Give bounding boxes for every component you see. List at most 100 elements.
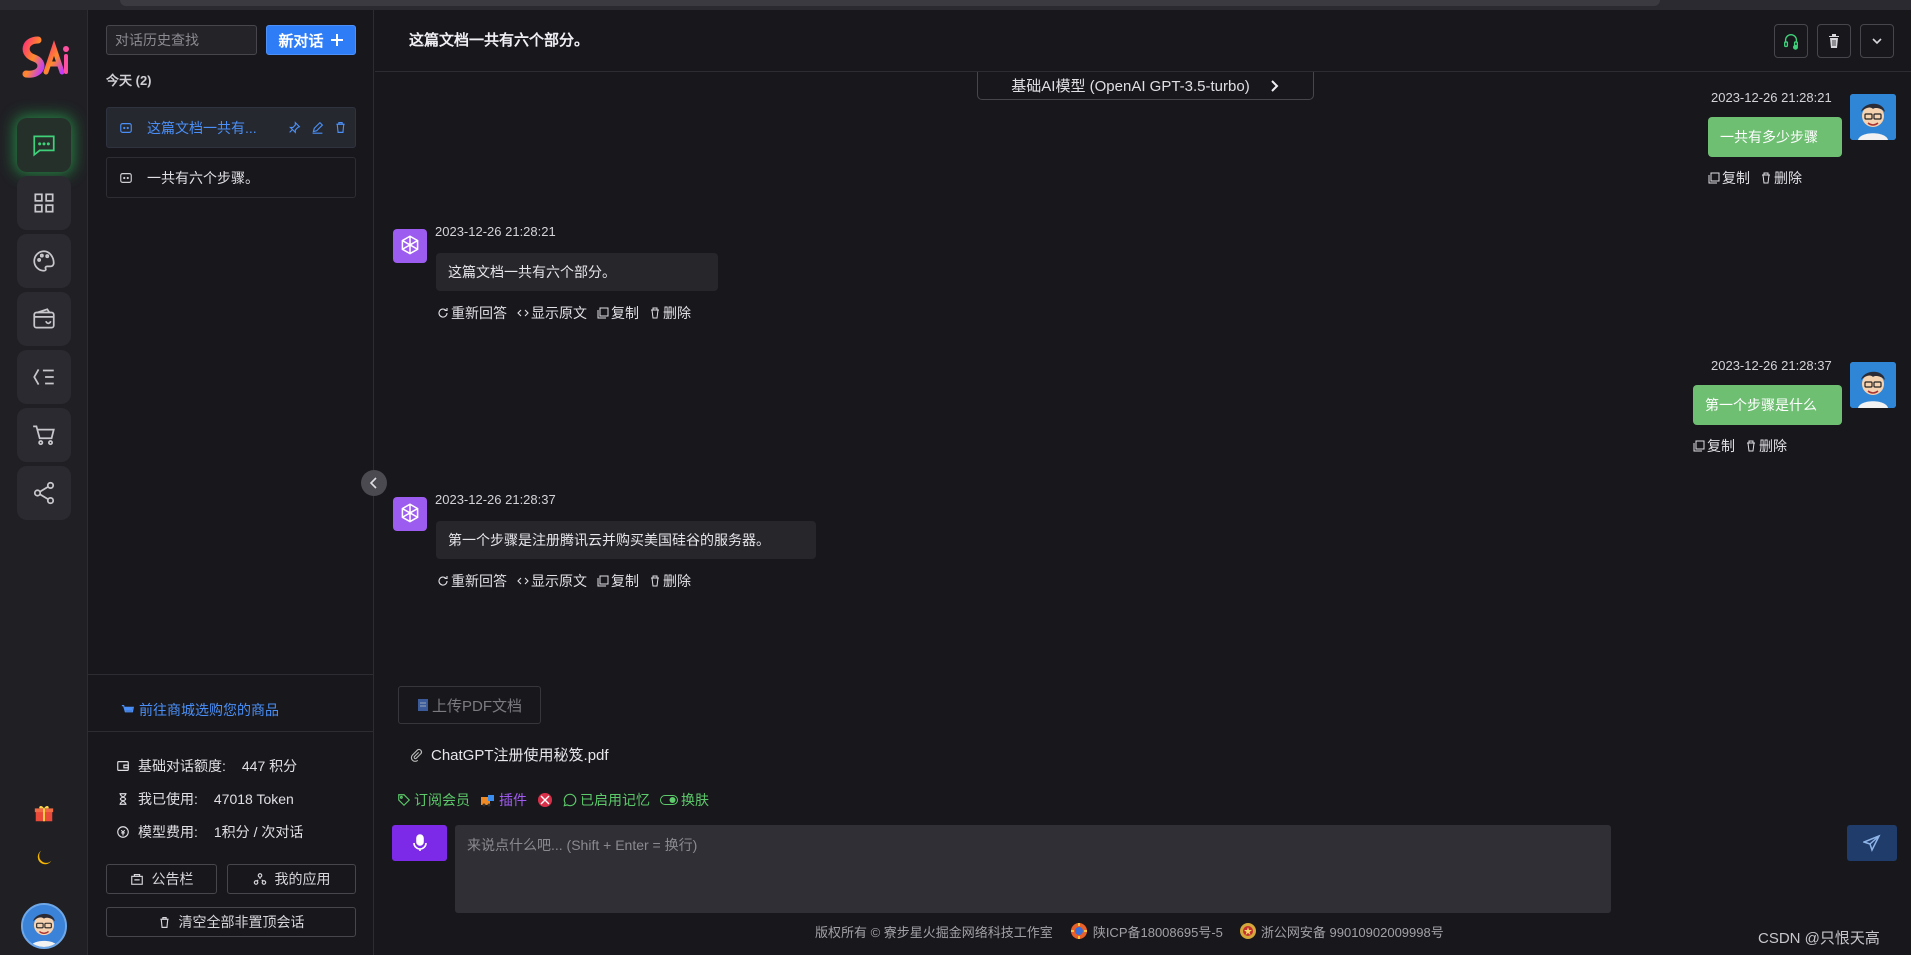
rail-cart-button[interactable] [17, 408, 71, 462]
rail-draw-button[interactable] [17, 234, 71, 288]
openai-icon [401, 235, 419, 255]
send-button[interactable] [1847, 825, 1897, 861]
refresh-icon [438, 576, 448, 586]
notice-icon [130, 874, 143, 885]
copy-icon [1708, 172, 1720, 184]
copy-label: 复制 [611, 573, 639, 589]
delete-button[interactable]: 删除 [1760, 168, 1802, 188]
regenerate-button[interactable]: 重新回答 [437, 303, 507, 323]
divider [88, 674, 374, 675]
icp-text: 陕ICP备18008695号-5 [1092, 924, 1223, 940]
pdf-file-icon [417, 699, 428, 711]
my-apps-button-label: 我的应用 [274, 871, 331, 887]
copy-icon [1693, 440, 1705, 452]
copy-button[interactable]: 复制 [597, 303, 639, 323]
copyright-text: 版权所有 © 寮步星火掘金网络科技工作室 [815, 924, 1053, 940]
history-item[interactable]: 一共有六个步骤。 [106, 157, 356, 198]
moon-icon[interactable] [30, 844, 58, 872]
show-source-button[interactable]: 显示原文 [517, 303, 587, 323]
model-selector-label: 基础AI模型 (OpenAI GPT-3.5-turbo) [1011, 78, 1250, 95]
model-selector[interactable]: 基础AI模型 (OpenAI GPT-3.5-turbo) [977, 72, 1314, 100]
delete-label: 删除 [663, 305, 691, 321]
user-avatar [1850, 94, 1896, 140]
regenerate-label: 重新回答 [451, 305, 507, 321]
copy-icon [597, 575, 609, 587]
disabled-feature-button[interactable] [537, 792, 553, 808]
trash-icon [159, 916, 169, 928]
rail-share-button[interactable] [17, 466, 71, 520]
rail-wallet-button[interactable] [17, 292, 71, 346]
clear-conversations-button[interactable]: 清空全部非置顶会话 [106, 907, 356, 937]
copy-button[interactable]: 复制 [1708, 168, 1750, 188]
stat-cost: 模型费用: 1积分 / 次对话 [116, 822, 303, 842]
gift-icon[interactable] [30, 799, 58, 827]
copy-button[interactable]: 复制 [597, 571, 639, 591]
chat-title: 这篇文档一共有六个部分。 [409, 32, 590, 49]
send-icon [1863, 834, 1881, 852]
ai-avatar [393, 497, 427, 531]
app-logo [22, 36, 69, 78]
new-chat-label: 新对话 [278, 32, 324, 50]
cart-icon [33, 425, 55, 446]
subscribe-button[interactable]: 订阅会员 [397, 790, 470, 810]
rail-list-button[interactable] [17, 350, 71, 404]
site-footer: 版权所有 © 寮步星火掘金网络科技工作室 陕ICP备18008695号-5 浙公… [815, 921, 1444, 941]
copy-button[interactable]: 复制 [1693, 436, 1735, 456]
police-link[interactable]: 浙公网安备 99010902009998号 [1239, 922, 1444, 941]
more-menu-button[interactable] [1860, 24, 1894, 58]
message-input[interactable] [455, 825, 1611, 913]
delete-button[interactable]: 删除 [649, 303, 691, 323]
hourglass-icon [119, 793, 127, 805]
chat-main: 这篇文档一共有六个部分。 基础AI模型 (OpenAI GPT-3.5-turb… [375, 10, 1911, 955]
notice-button[interactable]: 公告栏 [106, 864, 217, 894]
history-item-label: 这篇文档一共有... [147, 119, 257, 136]
delete-label: 删除 [1774, 170, 1802, 186]
message-timestamp: 2023-12-26 21:28:21 [1711, 90, 1832, 105]
upload-pdf-button[interactable]: 上传PDF文档 [398, 686, 541, 724]
history-sidebar: 新对话 今天 (2) 这篇文档一共有... 一共有六个步骤。 前往商城选购您的商… [88, 10, 374, 955]
show-source-button[interactable]: 显示原文 [517, 571, 587, 591]
police-text: 浙公网安备 99010902009998号 [1260, 924, 1444, 940]
attached-file[interactable]: ChatGPT注册使用秘笈.pdf [409, 744, 609, 765]
copy-icon [597, 307, 609, 319]
message-timestamp: 2023-12-26 21:28:37 [1711, 358, 1832, 373]
user-avatar[interactable] [21, 903, 67, 949]
delete-chat-button[interactable] [1817, 24, 1851, 58]
shop-link[interactable]: 前往商城选购您的商品 [121, 700, 279, 720]
delete-button[interactable]: 删除 [649, 571, 691, 591]
support-button[interactable] [1774, 24, 1808, 58]
police-badge-icon [1239, 923, 1256, 939]
regenerate-button[interactable]: 重新回答 [437, 571, 507, 591]
edit-icon[interactable] [311, 121, 324, 134]
trash-icon [651, 307, 659, 319]
rail-apps-button[interactable] [17, 176, 71, 230]
delete-label: 删除 [1759, 438, 1787, 454]
theme-label: 换肤 [681, 792, 709, 808]
stat-used: 我已使用: 47018 Token [116, 789, 294, 809]
trash-icon [1829, 34, 1839, 48]
trash-icon[interactable] [334, 121, 347, 134]
code-icon [517, 309, 529, 317]
rail-chat-button[interactable] [17, 118, 71, 172]
new-chat-button[interactable]: 新对话 [266, 25, 356, 55]
my-apps-button[interactable]: 我的应用 [227, 864, 356, 894]
delete-button[interactable]: 删除 [1745, 436, 1787, 456]
delete-label: 删除 [663, 573, 691, 589]
clear-button-label: 清空全部非置顶会话 [178, 914, 305, 930]
memory-toggle[interactable]: 已启用记忆 [563, 790, 650, 810]
trash-icon [651, 575, 659, 587]
theme-toggle[interactable]: 换肤 [660, 790, 709, 810]
stat-label: 基础对话额度: [138, 758, 226, 774]
user-message-bubble: 一共有多少步骤 [1708, 117, 1842, 157]
plugin-button[interactable]: 插件 [480, 790, 527, 810]
history-search-input[interactable] [106, 25, 257, 55]
stat-value: 47018 Token [213, 791, 294, 807]
voice-input-button[interactable] [392, 825, 447, 861]
collapse-sidebar-button[interactable] [361, 470, 387, 496]
icp-link[interactable]: 陕ICP备18008695号-5 [1069, 921, 1223, 941]
stat-quota: 基础对话额度: 447 积分 [116, 756, 297, 776]
toggle-icon [660, 795, 678, 805]
history-item[interactable]: 这篇文档一共有... [106, 107, 356, 148]
pin-icon[interactable] [288, 121, 301, 134]
today-group-label: 今天 (2) [106, 73, 152, 88]
